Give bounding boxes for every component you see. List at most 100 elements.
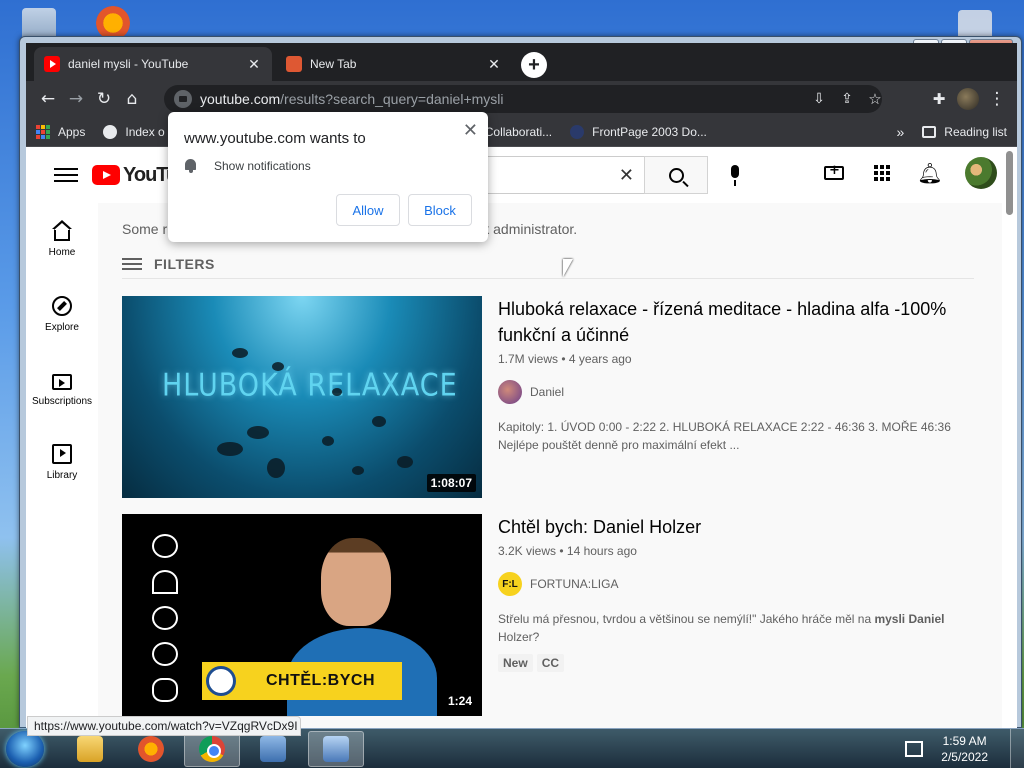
channel-link[interactable]: F:L FORTUNA:LIGA [498, 572, 982, 596]
video-title[interactable]: Hluboká relaxace - řízená meditace - hla… [498, 296, 982, 348]
show-desktop-button[interactable] [1010, 729, 1024, 768]
channel-name[interactable]: FORTUNA:LIGA [530, 577, 618, 591]
firefox-icon [138, 736, 164, 762]
taskbar-firefox[interactable] [123, 731, 179, 767]
video-thumbnail[interactable]: HLUBOKÁ RELAXACE 1:08:07 [122, 296, 482, 498]
channel-name[interactable]: Daniel [530, 385, 564, 399]
search-button[interactable] [644, 156, 708, 194]
globe-icon [103, 124, 118, 139]
bookmarks-right: » Reading list [897, 117, 1008, 147]
target-icon [152, 534, 178, 558]
back-arrow-icon[interactable]: ← [34, 85, 62, 113]
bookmark-apps[interactable]: Apps [36, 124, 86, 139]
home-icon [52, 219, 72, 241]
tab-new-tab[interactable]: New Tab ✕ [276, 47, 512, 81]
sidebar-item-label: Home [48, 246, 76, 258]
tab-close-icon[interactable]: ✕ [486, 56, 502, 73]
create-video-button[interactable] [821, 160, 847, 186]
header-actions: 🔔︎ [821, 157, 997, 189]
sidebar-item-label: Explore [45, 321, 79, 333]
bookmark-frontpage[interactable]: FrontPage 2003 Do... [570, 124, 707, 139]
speedometer-icon [152, 570, 178, 594]
user-avatar[interactable] [965, 157, 997, 189]
taskbar-remote-desktop[interactable] [308, 731, 364, 767]
channel-link[interactable]: Daniel [498, 380, 982, 404]
bookmark-index[interactable]: Index o [103, 124, 165, 139]
apps-button[interactable] [869, 160, 895, 186]
video-title[interactable]: Chtěl bych: Daniel Holzer [498, 514, 982, 540]
reading-list-button[interactable]: Reading list [944, 125, 1007, 139]
taskbar-chrome[interactable] [184, 731, 240, 767]
sidebar-item-home[interactable]: Home [26, 203, 98, 277]
start-button[interactable] [6, 731, 44, 767]
bubble-shape [217, 442, 243, 456]
mouse-cursor-icon [563, 259, 573, 277]
apps-grid-icon [874, 165, 890, 181]
notifications-bell-icon[interactable]: 🔔︎ [917, 160, 943, 186]
share-icon[interactable]: ⇪ [833, 85, 861, 113]
channel-avatar[interactable]: F:L [498, 572, 522, 596]
install-icon[interactable]: ⇩ [805, 85, 833, 113]
sidebar-item-subscriptions[interactable]: Subscriptions [26, 351, 98, 425]
scrollbar-thumb[interactable] [1006, 151, 1013, 215]
bubble-shape [267, 458, 285, 478]
search-clear-icon[interactable]: ✕ [619, 165, 634, 186]
video-thumbnail[interactable]: CHTĚL:BYCH 1:24 [122, 514, 482, 716]
page-scrollbar[interactable] [1002, 147, 1017, 729]
taskbar-explorer[interactable] [62, 731, 118, 767]
bookmark-label: Apps [58, 124, 86, 139]
bookmark-star-icon[interactable]: ☆ [861, 85, 889, 113]
address-bar[interactable]: youtube.com/results?search_query=daniel+… [164, 85, 882, 113]
bubble-shape [332, 388, 342, 396]
video-badges: New CC [498, 654, 982, 672]
sidebar-item-library[interactable]: Library [26, 425, 98, 499]
menu-kebab-icon[interactable]: ⋮ [983, 85, 1011, 113]
reading-list-icon [922, 126, 937, 138]
tab-close-icon[interactable]: ✕ [246, 56, 262, 73]
sidebar-item-explore[interactable]: Explore [26, 277, 98, 351]
globe-icon [570, 124, 585, 139]
channel-avatar[interactable] [498, 380, 522, 404]
ball-icon [152, 606, 178, 630]
youtube-play-icon [92, 165, 120, 185]
extensions-puzzle-icon[interactable]: ✚ [925, 85, 953, 113]
search-results: Some r e is enabled by your network admi… [98, 203, 1002, 729]
tab-label: daniel mysli - YouTube [68, 57, 189, 71]
badge-new: New [498, 654, 533, 672]
thumbnail-icons [152, 534, 178, 702]
filters-label: FILTERS [154, 255, 215, 272]
forward-arrow-icon[interactable]: → [62, 85, 90, 113]
bubble-shape [232, 348, 248, 358]
filters-button[interactable]: FILTERS [122, 249, 974, 279]
bubble-shape [322, 436, 334, 446]
clock[interactable]: 1:59 AM 2/5/2022 [941, 733, 988, 765]
notification-permission-popup: www.youtube.com wants to ✕ Show notifica… [168, 112, 488, 242]
video-duration: 1:08:07 [426, 474, 476, 492]
taskbar-network[interactable] [245, 731, 301, 767]
bubble-shape [372, 416, 386, 427]
bubble-shape [397, 456, 413, 468]
profile-avatar[interactable] [957, 88, 979, 110]
home-icon[interactable]: ⌂ [118, 85, 146, 113]
smiley-icon [152, 642, 178, 666]
new-tab-button[interactable]: + [521, 52, 547, 78]
player-head [321, 538, 391, 626]
reload-icon[interactable]: ↻ [90, 85, 118, 113]
microphone-icon[interactable] [726, 165, 744, 187]
lock-icon[interactable] [174, 90, 192, 108]
bookmarks-overflow-button[interactable]: » [897, 124, 905, 140]
video-meta: 3.2K views • 14 hours ago [498, 544, 637, 558]
video-duration: 1:24 [443, 692, 476, 710]
tab-youtube[interactable]: daniel mysli - YouTube ✕ [34, 47, 272, 81]
subscriptions-icon [52, 373, 72, 390]
hamburger-menu-icon[interactable] [54, 168, 78, 182]
system-tray: 1:59 AM 2/5/2022 [905, 729, 1024, 768]
description-highlight: mysli Daniel [874, 612, 945, 626]
permission-label: Show notifications [214, 159, 311, 173]
network-tray-icon[interactable] [905, 741, 924, 757]
block-button[interactable]: Block [408, 194, 472, 226]
popup-close-icon[interactable]: ✕ [463, 120, 478, 141]
allow-button[interactable]: Allow [336, 194, 400, 226]
firefox-desktop-icon[interactable] [96, 6, 130, 40]
youtube-favicon-icon [44, 56, 60, 72]
